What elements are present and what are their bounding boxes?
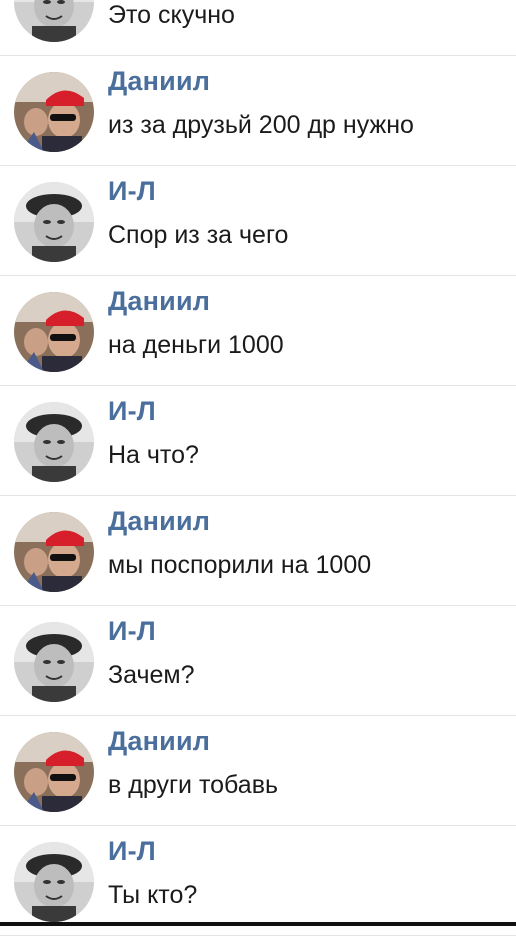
message-row[interactable]: И-Л Ты кто?	[0, 826, 516, 936]
author-name[interactable]: Даниил	[108, 506, 210, 537]
message-row[interactable]: Даниил на деньги 1000	[0, 276, 516, 386]
author-name[interactable]: Даниил	[108, 286, 210, 317]
message-row[interactable]: Даниил мы поспорили на 1000	[0, 496, 516, 606]
author-name[interactable]: И-Л	[108, 396, 156, 427]
daniil-avatar[interactable]	[14, 512, 94, 592]
il-avatar[interactable]	[14, 182, 94, 262]
message-row[interactable]: И-Л Спор из за чего	[0, 166, 516, 276]
author-name[interactable]: И-Л	[108, 616, 156, 647]
message-row[interactable]: И-Л Зачем?	[0, 606, 516, 716]
author-name[interactable]: И-Л	[108, 176, 156, 207]
il-avatar[interactable]	[14, 842, 94, 922]
message-text: Спор из за чего	[108, 221, 289, 249]
message-row[interactable]: Даниил в други тобавь	[0, 716, 516, 826]
message-row[interactable]: И-Л На что?	[0, 386, 516, 496]
message-text: Это скучно	[108, 1, 235, 29]
daniil-avatar[interactable]	[14, 732, 94, 812]
message-list: Это скучно Даниил из за друзьй 200 др ну…	[0, 0, 516, 936]
message-text: Ты кто?	[108, 881, 198, 909]
message-text: в други тобавь	[108, 771, 278, 799]
message-text: на деньги 1000	[108, 331, 284, 359]
message-text: Зачем?	[108, 661, 195, 689]
il-avatar[interactable]	[14, 0, 94, 42]
author-name[interactable]: Даниил	[108, 726, 210, 757]
daniil-avatar[interactable]	[14, 292, 94, 372]
author-name[interactable]: И-Л	[108, 836, 156, 867]
il-avatar[interactable]	[14, 622, 94, 702]
author-name[interactable]: Даниил	[108, 66, 210, 97]
message-text: На что?	[108, 441, 199, 469]
daniil-avatar[interactable]	[14, 72, 94, 152]
il-avatar[interactable]	[14, 402, 94, 482]
message-text: из за друзьй 200 др нужно	[108, 111, 414, 139]
message-text: мы поспорили на 1000	[108, 551, 372, 579]
message-row[interactable]: Это скучно	[0, 0, 516, 56]
bottom-edge-bar	[0, 922, 516, 926]
message-row[interactable]: Даниил из за друзьй 200 др нужно	[0, 56, 516, 166]
